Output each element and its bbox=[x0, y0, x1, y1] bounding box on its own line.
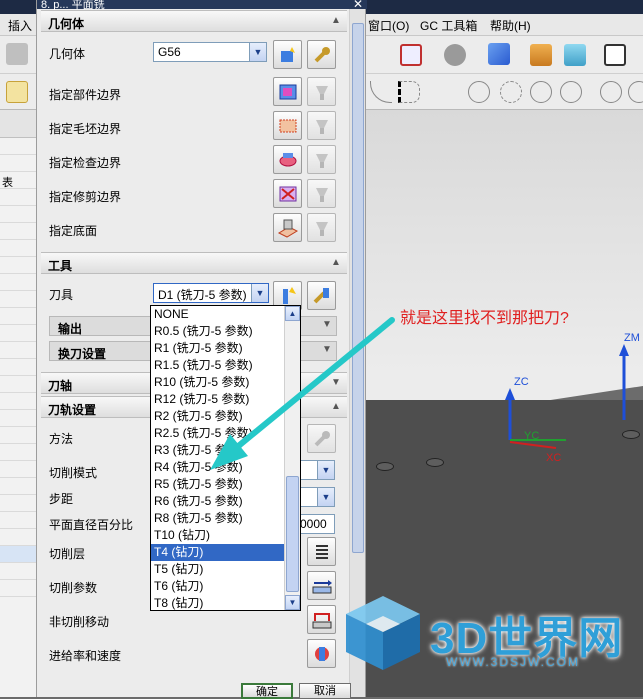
watermark-url: WWW.3DSJW.COM bbox=[446, 655, 580, 669]
watermark-cube-logo bbox=[346, 596, 420, 670]
annotation-text: 就是这里找不到那把刀? bbox=[400, 310, 569, 327]
annotation-arrow bbox=[210, 317, 395, 470]
